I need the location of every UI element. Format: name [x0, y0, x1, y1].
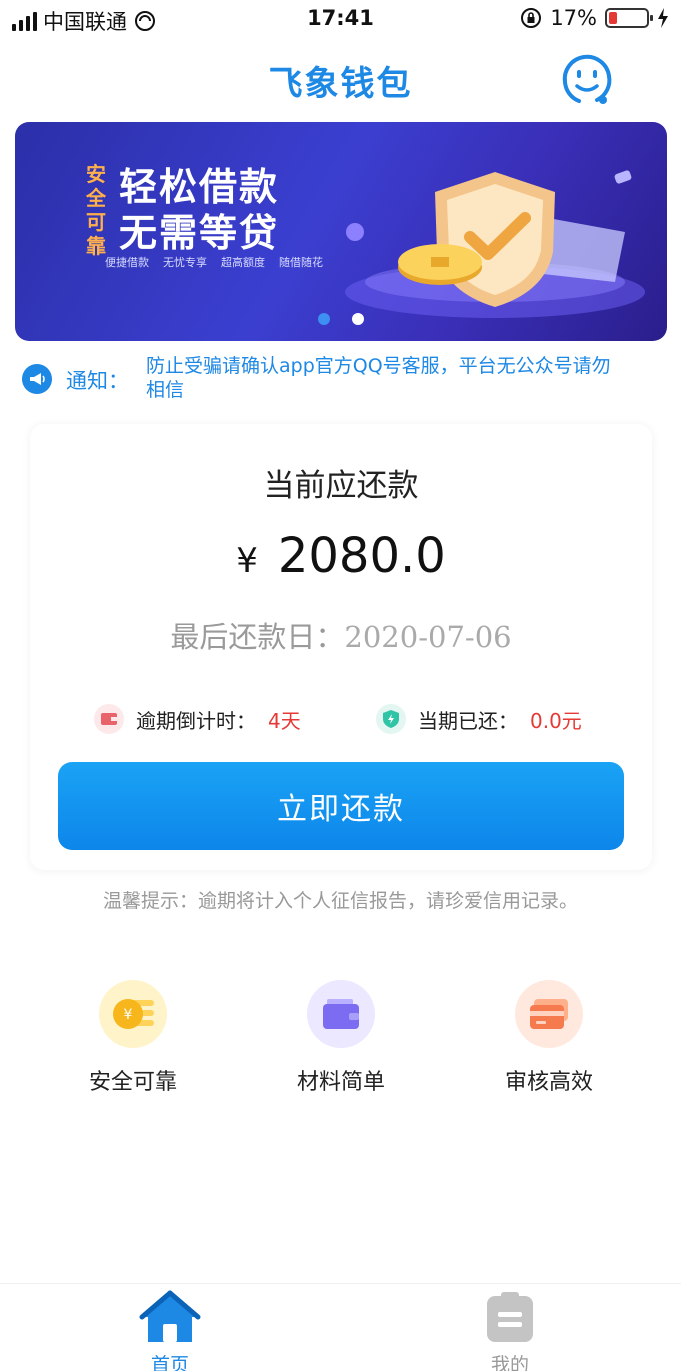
promo-banner[interactable]: 安全可靠 轻松借款 无需等贷 便捷借款 无忧专享 超高额度 随借随花: [15, 122, 667, 341]
status-bar: 中国联通 17:41 17%: [0, 0, 681, 40]
due-date-value: 2020-07-06: [344, 620, 512, 654]
banner-pagination: [15, 313, 667, 325]
feature-label: 审核高效: [504, 1070, 593, 1095]
battery-percent: 17%: [550, 6, 597, 30]
tab-label-home: 首页: [150, 1354, 189, 1371]
feature-label: 材料简单: [296, 1070, 385, 1095]
banner-headline: 轻松借款 无需等贷: [119, 164, 279, 256]
notice-label: 通知：: [66, 369, 129, 393]
notice-bar[interactable]: 通知： 防止受骗请确认app官方QQ号客服，平台无公众号请勿相信: [22, 352, 662, 402]
svg-text:¥: ¥: [124, 1007, 133, 1023]
feature-secure[interactable]: ¥ 安全可靠: [58, 980, 208, 1096]
wallet-icon: [307, 980, 375, 1048]
customer-service-icon: [562, 54, 612, 104]
coin-icon: ¥: [99, 980, 167, 1048]
megaphone-icon: [22, 364, 52, 394]
paid-label: 当期已还：: [418, 708, 518, 733]
pagination-dot-active[interactable]: [318, 313, 330, 325]
tab-bar: 首页 我的: [0, 1283, 681, 1371]
tab-mine[interactable]: 我的: [460, 1290, 560, 1371]
repayment-card: 当前应还款 ¥2080.0 最后还款日：2020-07-06 逾期倒计时： 4天…: [30, 424, 652, 870]
banner-feature: 超高额度: [221, 256, 265, 269]
due-date-row: 最后还款日：2020-07-06: [30, 614, 652, 656]
shield-coin-illustration: [345, 170, 645, 318]
banner-headline-line-2: 无需等贷: [119, 211, 280, 255]
feature-efficient-review[interactable]: 审核高效: [474, 980, 624, 1096]
overdue-countdown: 逾期倒计时： 4天: [94, 704, 301, 734]
banner-features: 便捷借款 无忧专享 超高额度 随借随花: [105, 254, 323, 270]
amount-value: 2080.0: [277, 528, 446, 584]
banner-headline-line-1: 轻松借款: [119, 165, 280, 209]
banner-feature: 随借随花: [279, 256, 323, 269]
feature-label: 安全可靠: [88, 1070, 177, 1095]
status-right: 17%: [520, 6, 669, 30]
tab-home[interactable]: 首页: [120, 1290, 220, 1371]
banner-feature: 便捷借款: [105, 256, 149, 269]
pagination-dot[interactable]: [352, 313, 364, 325]
repay-now-button[interactable]: 立即还款: [58, 762, 624, 850]
notice-text: 防止受骗请确认app官方QQ号客服，平台无公众号请勿相信: [146, 355, 611, 401]
paid-amount: 当期已还： 0.0元: [376, 704, 582, 734]
warm-tip: 温馨提示：逾期将计入个人征信报告，请珍爱信用记录。: [102, 890, 578, 912]
overdue-label: 逾期倒计时：: [136, 708, 256, 733]
due-date-label: 最后还款日：: [170, 620, 345, 654]
tab-label-mine: 我的: [490, 1354, 529, 1371]
clipboard-icon: [487, 1292, 533, 1342]
banner-feature: 无忧专享: [163, 256, 207, 269]
banner-tag: 安全可靠: [86, 162, 106, 258]
shield-icon: [376, 704, 406, 734]
home-icon: [139, 1290, 201, 1342]
customer-service-button[interactable]: [557, 52, 617, 108]
repayment-title: 当前应还款: [263, 468, 419, 504]
overdue-value: 4天: [268, 708, 301, 733]
repayment-amount: ¥2080.0: [30, 528, 652, 584]
feature-simple-materials[interactable]: 材料简单: [266, 980, 416, 1096]
currency-symbol: ¥: [236, 541, 258, 581]
header: 飞象钱包: [0, 52, 681, 112]
wallet-icon: [94, 704, 124, 734]
charging-icon: [658, 8, 668, 28]
paid-value: 0.0元: [530, 708, 582, 733]
rotation-lock-icon: [521, 8, 542, 28]
battery-icon: [605, 8, 653, 28]
card-icon: [515, 980, 583, 1048]
